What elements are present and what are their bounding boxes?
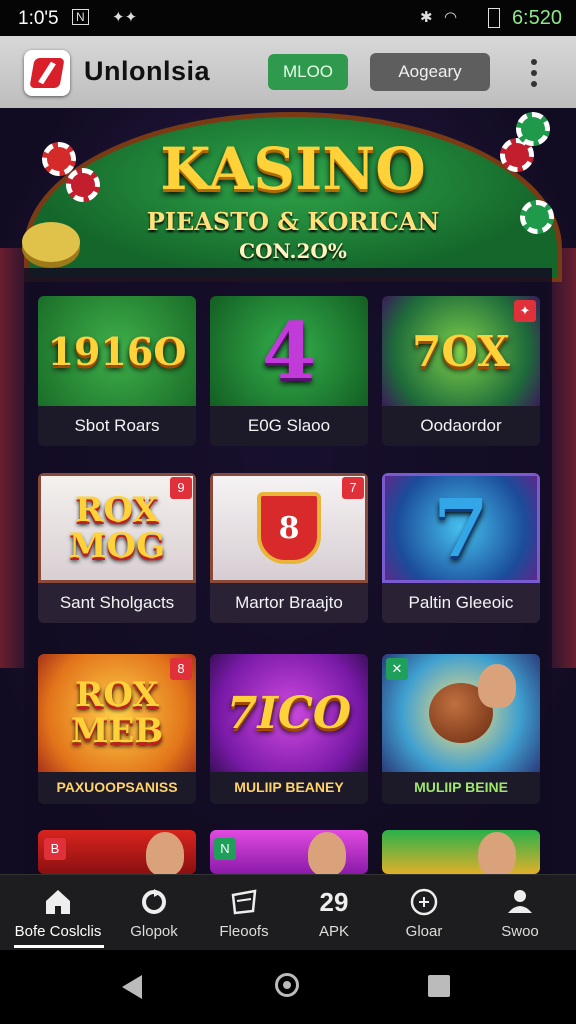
game-tile[interactable]: 1916O Sbot Roars [38, 296, 196, 446]
game-tile[interactable]: N [210, 830, 368, 874]
game-art: 1916O [38, 296, 196, 406]
game-art-text: ROX MOG [68, 490, 166, 566]
nav-item-chat[interactable]: Gloar [376, 875, 472, 951]
game-art-text: 1916O [47, 328, 187, 374]
coin-stack-icon [22, 222, 80, 262]
screenshot-icon: N [72, 9, 89, 25]
poker-chip-icon [516, 112, 550, 146]
character-avatar [308, 832, 346, 874]
home-icon [46, 890, 70, 914]
bottom-nav: Bofe Coslclis Glopok Fleoofs 29 APK Gloa… [0, 874, 576, 951]
game-label: Paltin Gleeoic [408, 593, 514, 612]
apk-icon: 29 [319, 887, 349, 917]
game-art-text: 7ICO [226, 687, 352, 739]
game-label: Sant Sholgacts [59, 593, 175, 612]
more-menu-icon[interactable] [528, 56, 540, 88]
chat-icon [410, 888, 438, 916]
status-clock: 6:520 [511, 7, 562, 29]
badge-icon: 7 [342, 477, 364, 499]
game-label: E0G Slaoo [247, 416, 331, 435]
game-tile[interactable]: 4 E0G Slaoo [210, 296, 368, 446]
character-avatar [478, 832, 516, 874]
back-icon[interactable] [122, 975, 142, 999]
wifi-icon: ◠ [444, 9, 458, 26]
poker-chip-icon [66, 168, 100, 202]
game-label: MULIIP BEINE [414, 779, 508, 795]
hero-banner[interactable]: KASINO PIEASTO & KORICAN CON.2O% [24, 112, 562, 282]
profile-icon [508, 890, 532, 913]
casino-scene: KASINO PIEASTO & KORICAN CON.2O% 1916O S… [0, 108, 576, 874]
badge-icon: ✦ [514, 300, 536, 322]
character-avatar [146, 832, 184, 874]
game-label: PAXUOOPSANISS [56, 779, 178, 795]
recent-apps-icon[interactable] [428, 975, 450, 997]
badge-icon: B [44, 838, 66, 860]
nav-item-tickets[interactable]: Fleoofs [196, 875, 292, 951]
battery-icon [488, 8, 500, 28]
game-art-text: 7 [433, 481, 489, 575]
signal-dots-icon: ✦✦ [112, 9, 138, 26]
nav-label: Glopok [130, 923, 178, 940]
status-bar: 1:0'5 N ✦✦ ✱ ◠ 6:520 [0, 0, 576, 36]
game-label: Martor Braajto [235, 593, 343, 612]
game-art-text: 7OX [412, 326, 510, 376]
bluetooth-icon: ✱ [420, 9, 433, 26]
nav-item-profile[interactable]: Swoo [472, 875, 568, 951]
banner-title: KASINO [160, 135, 426, 203]
game-label: MULIIP BEANEY [234, 779, 344, 795]
nav-label: Bofe Coslclis [14, 923, 102, 940]
game-tile[interactable]: ✕ MULIIP BEINE [382, 654, 540, 804]
app-bar: Unlonlsia MLOO Aogeary [0, 36, 576, 110]
game-art: 7 [382, 473, 540, 583]
game-tile[interactable]: 8 7 Martor Braajto [210, 473, 368, 623]
poker-chip-icon [42, 142, 76, 176]
home-button-icon[interactable] [275, 973, 299, 997]
game-label: Sbot Roars [74, 416, 160, 435]
nav-label: Swoo [501, 923, 539, 940]
login-button[interactable]: MLOO [268, 54, 348, 90]
active-tab-indicator [14, 945, 104, 948]
refresh-icon [142, 889, 166, 914]
badge-icon: 9 [170, 477, 192, 499]
nav-item-home[interactable]: Bofe Coslclis [10, 875, 106, 951]
badge-icon: 8 [170, 658, 192, 680]
game-tile[interactable]: ROX MEB 8 PAXUOOPSANISS [38, 654, 196, 804]
game-tile[interactable]: 7ICO MULIIP BEANEY [210, 654, 368, 804]
banner-subtitle: PIEASTO & KORICAN [146, 207, 440, 236]
games-panel: 1916O Sbot Roars 4 E0G Slaoo 7OX ✦ Oodao… [24, 268, 552, 874]
nav-label: Gloar [405, 923, 443, 940]
game-art-text: 8 [278, 510, 300, 546]
nav-label: APK [318, 923, 349, 940]
register-button[interactable]: Aogeary [370, 53, 490, 91]
shield-icon: 8 [257, 492, 321, 564]
app-logo[interactable] [24, 50, 70, 96]
game-tile[interactable]: 7OX ✦ Oodaordor [382, 296, 540, 446]
status-time: 1:0'5 [18, 8, 59, 29]
game-art: 7ICO [210, 654, 368, 772]
nav-label: Fleoofs [219, 923, 269, 940]
slot-machine-right [548, 248, 576, 668]
ticket-icon [231, 889, 257, 915]
nav-item-apk[interactable]: 29 APK [286, 875, 382, 951]
character-avatar [478, 664, 516, 708]
game-tile[interactable]: 7 Paltin Gleeoic [382, 473, 540, 623]
game-tile[interactable] [382, 830, 540, 874]
game-tile[interactable]: B [38, 830, 196, 874]
game-art-text: ROX MEB [70, 675, 164, 751]
nav-item-refresh[interactable]: Glopok [106, 875, 202, 951]
game-art: 4 [210, 296, 368, 406]
game-tile[interactable]: ROX MOG 9 Sant Sholgacts [38, 473, 196, 623]
game-art-text: 4 [261, 305, 317, 397]
app-title: Unlonlsia [84, 56, 211, 86]
banner-line: CON.2O% [239, 239, 347, 263]
badge-icon: N [214, 838, 236, 860]
game-label: Oodaordor [420, 416, 502, 435]
poker-chip-icon [520, 200, 554, 234]
badge-icon: ✕ [386, 658, 408, 680]
